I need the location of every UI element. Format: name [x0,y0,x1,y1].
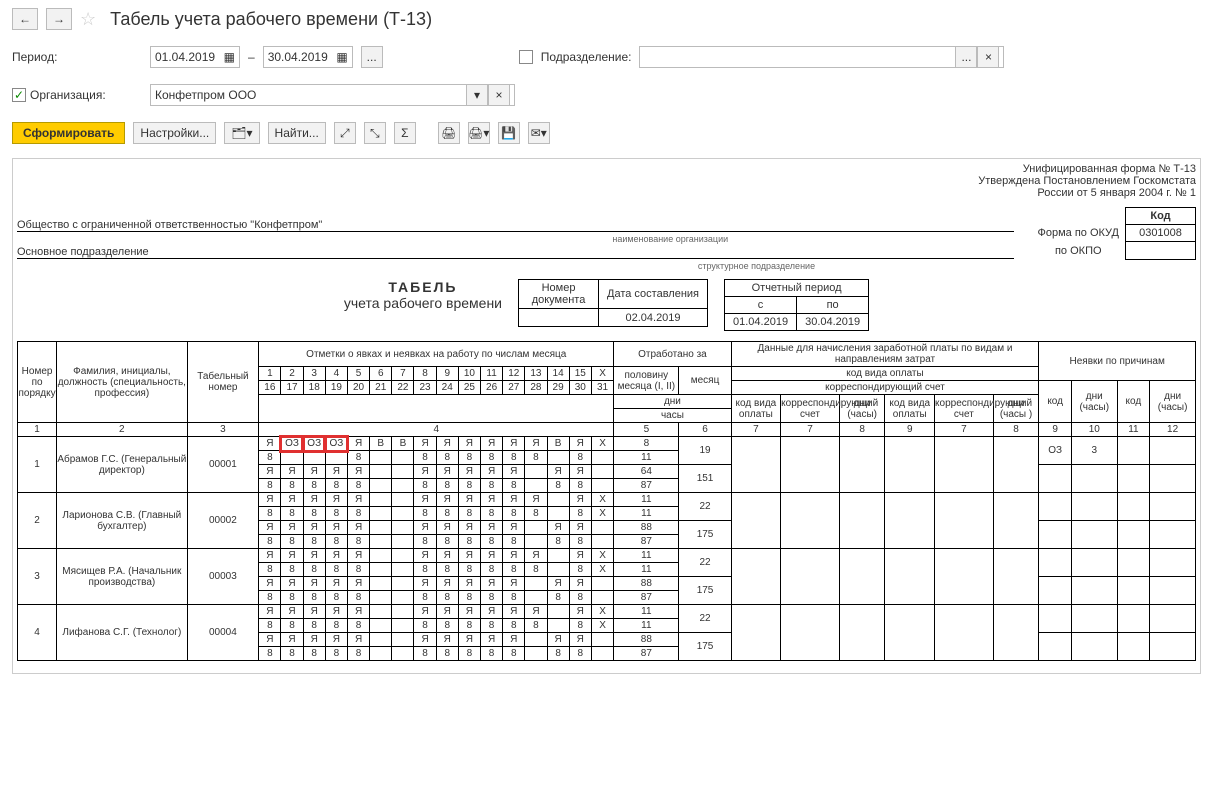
department-clear-button[interactable]: × [977,46,999,68]
okpo-value [1126,242,1196,260]
form-info: Утверждена Постановлением Госкомстата [17,175,1196,187]
period-more-button[interactable]: ... [361,46,383,68]
organization-label: Организация: [30,88,106,102]
doc-num-header: Номер документа [519,280,599,309]
calendar-icon: ▦ [224,50,235,64]
chevron-down-icon: ▾ [541,126,547,140]
doc-num [519,309,599,327]
department-checkbox[interactable] [519,50,533,64]
find-button[interactable]: Найти... [268,122,326,144]
variants-button[interactable]: 🗂▾ [224,122,259,144]
print-menu-button[interactable]: 🖨▾ [468,122,490,144]
department-name: Основное подразделение [17,246,1014,259]
organization-clear-button[interactable]: × [488,84,510,106]
print-button[interactable]: 🖨 [438,122,460,144]
arrow-right-icon: → [53,12,65,26]
page-title: Табель учета рабочего времени (Т-13) [110,9,432,30]
report-period-table: Отчетный период с по 01.04.2019 30.04.20… [724,279,869,331]
settings-button[interactable]: Настройки... [133,122,216,144]
doc-info-table: Номер документа Дата составления 02.04.2… [518,279,708,327]
report-area: Унифицированная форма № Т-13 Утверждена … [12,158,1201,674]
dash: – [248,50,255,64]
table-row: 1Абрамов Г.С. (Генеральный директор)0000… [18,437,1196,451]
period-from: 01.04.2019 [725,314,797,331]
calendar-icon: ▦ [336,50,347,64]
period-to: 30.04.2019 [797,314,869,331]
forward-button[interactable]: → [46,8,72,30]
folder-icon: 🗂 [231,126,246,140]
print-icon: 🖨 [468,126,483,140]
period-to-header: по [797,297,869,314]
organization-field[interactable]: Конфетпром ООО ▾ × [150,84,515,106]
organization-dropdown-button[interactable]: ▾ [466,84,488,106]
table-row: 4Лифанова С.Г. (Технолог)00004ЯЯЯЯЯЯЯЯЯЯ… [18,605,1196,619]
period-from-header: с [725,297,797,314]
date-from-value: 01.04.2019 [155,50,215,64]
form-info: Унифицированная форма № Т-13 [17,163,1196,175]
form-info: России от 5 января 2004 г. № 1 [17,187,1196,199]
sigma-icon: Σ [401,126,408,140]
doc-date: 02.04.2019 [599,309,708,327]
collapse-icon: ⤡ [370,126,380,141]
department-sublabel: структурное подразделение [317,261,1196,271]
date-to-value: 30.04.2019 [268,50,328,64]
generate-button[interactable]: Сформировать [12,122,125,144]
sum-button[interactable]: Σ [394,122,416,144]
save-icon: 💾 [501,126,516,140]
okud-value: 0301008 [1126,225,1196,242]
collapse-button[interactable]: ⤡ [364,122,386,144]
email-button[interactable]: ✉▾ [528,122,550,144]
codes-table: Код Форма по ОКУД0301008 по ОКПО [1032,207,1197,260]
expand-button[interactable]: ⤢ [334,122,356,144]
arrow-left-icon: ← [19,12,31,26]
table-row: 3Мясищев Р.А. (Начальник производства)00… [18,549,1196,563]
okud-label: Форма по ОКУД [1032,225,1126,242]
chevron-down-icon: ▾ [483,126,489,140]
chevron-down-icon: ▾ [474,88,480,102]
department-more-button[interactable]: ... [955,46,977,68]
organization-value: Конфетпром ООО [155,88,256,102]
expand-icon: ⤢ [340,126,350,141]
report-period-header: Отчетный период [725,280,869,297]
period-label: Период: [12,50,142,64]
okpo-label: по ОКПО [1032,242,1126,260]
table-row: 2Ларионова С.В. (Главный бухгалтер)00002… [18,493,1196,507]
chevron-down-icon: ▾ [247,126,253,140]
org-fullname: Общество с ограниченной ответственностью… [17,219,1014,232]
doc-title-2: учета рабочего времени [344,295,502,311]
date-from-field[interactable]: 01.04.2019 ▦ [150,46,240,68]
department-label: Подразделение: [541,50,632,64]
kod-header: Код [1126,208,1196,225]
doc-title-1: ТАБЕЛЬ [344,279,502,295]
organization-checkbox[interactable] [12,88,26,102]
back-button[interactable]: ← [12,8,38,30]
star-icon[interactable]: ☆ [80,9,96,30]
save-button[interactable]: 💾 [498,122,520,144]
email-icon: ✉ [531,126,541,140]
doc-date-header: Дата составления [599,280,708,309]
timesheet-grid: Номер по порядку Фамилия, инициалы, долж… [17,341,1196,661]
date-to-field[interactable]: 30.04.2019 ▦ [263,46,353,68]
department-field[interactable]: ... × [639,46,1004,68]
print-icon: 🖨 [441,126,456,140]
